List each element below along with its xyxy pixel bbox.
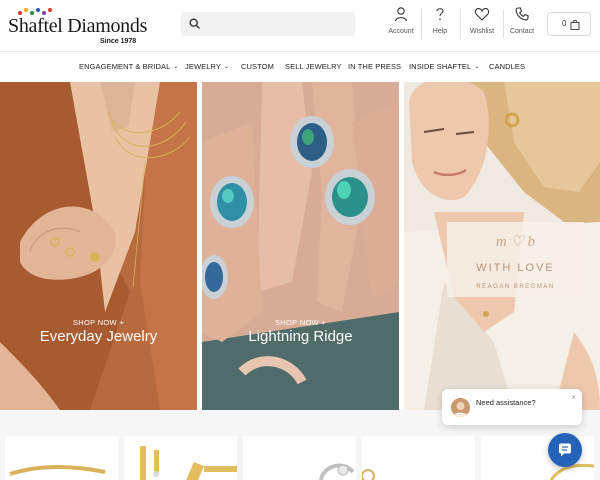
opal-rings-hands-image <box>202 82 399 410</box>
hero-panel-lightning-ridge[interactable]: SHOP NOW + Lightning Ridge <box>202 82 399 410</box>
necklace-image <box>362 469 375 480</box>
main-nav: ENGAGEMENT & BRIDAL ⌄ JEWELRY ⌄ CUSTOM SEL… <box>0 56 600 78</box>
nav-item-sell-jewelry[interactable]: SELL JEWELRY <box>285 62 342 71</box>
cart-count: 0 <box>562 19 567 28</box>
nav-label: IN THE PRESS <box>348 62 402 71</box>
chevron-down-icon: ⌄ <box>224 64 230 70</box>
nav-item-candles[interactable]: CANDLES <box>489 62 525 71</box>
nav-label: SELL JEWELRY <box>285 62 342 71</box>
brand-since: Since 1978 <box>100 38 137 45</box>
user-icon <box>394 7 408 22</box>
product-card[interactable] <box>124 436 237 480</box>
contact-label: Contact <box>509 28 535 35</box>
nav-item-jewelry[interactable]: JEWELRY ⌄ <box>185 62 229 71</box>
shop-now-link[interactable]: SHOP NOW + <box>202 318 399 327</box>
site-header: Shaftel Diamonds Since 1978 Account Help… <box>0 0 600 52</box>
collab-monogram: m ♡ b <box>495 234 536 250</box>
question-icon <box>436 8 444 21</box>
ring-image <box>319 463 355 480</box>
chevron-down-icon: ⌄ <box>474 64 480 70</box>
panel-title: Everyday Jewelry <box>39 328 158 345</box>
bag-icon <box>570 20 580 30</box>
earrings-image <box>140 446 237 480</box>
phone-icon <box>515 7 529 21</box>
account-link[interactable]: Account <box>384 6 418 40</box>
hero-panel-reagan-bregman[interactable]: m ♡ b WITH LOVE REAGAN BREGMAN <box>404 82 600 410</box>
close-icon[interactable]: × <box>571 393 576 402</box>
model-necklace-image <box>0 82 197 410</box>
nav-label: JEWELRY <box>185 62 221 71</box>
product-card[interactable] <box>243 436 356 480</box>
search-icon <box>189 18 200 29</box>
agent-avatar <box>451 398 470 417</box>
help-label: Help <box>432 28 448 35</box>
contact-link[interactable]: Contact <box>507 6 537 40</box>
nav-item-custom[interactable]: CUSTOM <box>241 62 274 71</box>
account-label: Account <box>388 28 414 35</box>
heart-icon <box>474 8 490 21</box>
nav-label: CUSTOM <box>241 62 274 71</box>
collab-title: WITH LOVE <box>476 262 555 274</box>
cart-button[interactable]: 0 <box>547 12 591 36</box>
product-card[interactable] <box>362 436 475 480</box>
help-link[interactable]: Help <box>424 6 456 40</box>
shop-now-link[interactable]: SHOP NOW + <box>0 318 197 327</box>
nav-item-inside-shaftel[interactable]: INSIDE SHAFTEL ⌄ <box>409 62 479 71</box>
divider <box>460 10 461 38</box>
chevron-down-icon: ⌄ <box>173 64 179 70</box>
product-card[interactable] <box>5 436 118 480</box>
divider <box>421 10 422 38</box>
nav-label: ENGAGEMENT & BRIDAL <box>79 62 171 71</box>
nav-label: CANDLES <box>489 62 526 71</box>
chat-launcher-button[interactable] <box>548 433 582 467</box>
brand-logo[interactable]: Shaftel Diamonds Since 1978 <box>8 8 147 45</box>
chat-prompt-bubble[interactable]: Need assistance? × <box>442 389 582 425</box>
divider <box>503 10 504 38</box>
bracelet-image <box>9 464 106 476</box>
nav-item-in-the-press[interactable]: IN THE PRESS <box>348 62 401 71</box>
chat-prompt-text: Need assistance? <box>476 398 536 407</box>
wishlist-label: Wishlist <box>469 28 495 35</box>
nav-item-engagement-bridal[interactable]: ENGAGEMENT & BRIDAL ⌄ <box>79 62 179 71</box>
search-input[interactable] <box>181 12 355 36</box>
collab-card: m ♡ b WITH LOVE REAGAN BREGMAN <box>447 222 584 297</box>
chat-icon <box>559 443 571 457</box>
collab-name: REAGAN BREGMAN <box>476 284 555 290</box>
wishlist-link[interactable]: Wishlist <box>464 6 500 40</box>
panel-title: Lightning Ridge <box>248 328 353 345</box>
brand-name: Shaftel Diamonds <box>8 15 148 37</box>
hero-panel-everyday-jewelry[interactable]: SHOP NOW + Everyday Jewelry <box>0 82 197 410</box>
nav-label: INSIDE SHAFTEL <box>409 62 472 71</box>
